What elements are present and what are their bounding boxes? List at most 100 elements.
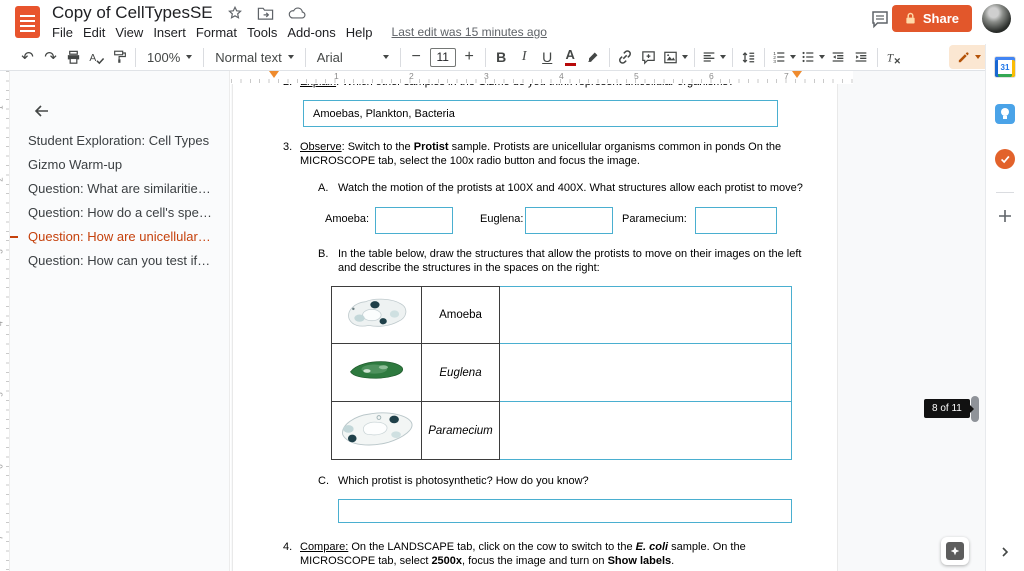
question-3c-text: C. Which protist is photosynthetic? How … xyxy=(318,474,798,488)
amoeba-label: Amoeba: xyxy=(325,213,369,225)
decrease-indent-icon[interactable] xyxy=(827,45,850,69)
increase-indent-icon[interactable] xyxy=(850,45,873,69)
euglena-input[interactable] xyxy=(525,207,613,234)
outline-item[interactable]: Question: What are similaritie… xyxy=(10,177,229,201)
euglena-drawing xyxy=(332,344,422,402)
paragraph-style-select[interactable]: Normal text xyxy=(208,45,300,69)
amoeba-input[interactable] xyxy=(375,207,453,234)
insert-link-icon[interactable] xyxy=(614,45,637,69)
hide-side-panel-icon[interactable] xyxy=(996,543,1014,561)
paramecium-label: Paramecium: xyxy=(622,213,687,225)
answer-box-q2[interactable]: Amoebas, Plankton, Bacteria xyxy=(303,100,778,127)
chevron-down-icon xyxy=(682,55,688,59)
right-margin-marker[interactable] xyxy=(792,71,802,78)
euglena-description-cell[interactable] xyxy=(500,344,792,402)
insert-image-button[interactable] xyxy=(660,45,690,69)
svg-text:A: A xyxy=(89,52,96,63)
calendar-icon[interactable]: 31 xyxy=(995,57,1016,78)
undo-button[interactable]: ↶ xyxy=(16,45,39,69)
add-comment-icon[interactable] xyxy=(637,45,660,69)
editing-mode-button[interactable] xyxy=(949,45,989,69)
outline-item[interactable]: Question: How do a cell's spe… xyxy=(10,201,229,225)
chevron-down-icon xyxy=(186,55,192,59)
close-outline-icon[interactable] xyxy=(30,99,54,123)
tasks-icon[interactable] xyxy=(995,149,1016,170)
account-avatar[interactable] xyxy=(982,4,1011,33)
document-page[interactable]: 2. Explain: Which other samples in the G… xyxy=(232,71,838,571)
last-edit-link[interactable]: Last edit was 15 minutes ago xyxy=(392,25,547,39)
question-3-text: 3. Observe: Switch to the Protist sample… xyxy=(283,140,788,168)
outline-item[interactable]: Gizmo Warm-up xyxy=(10,153,229,177)
menu-view[interactable]: View xyxy=(110,23,148,42)
align-button[interactable] xyxy=(699,45,728,69)
add-addon-icon[interactable] xyxy=(995,206,1015,226)
paramecium-description-cell[interactable] xyxy=(500,402,792,460)
share-button[interactable]: Share xyxy=(892,5,972,32)
outline-item[interactable]: Question: How can you test if… xyxy=(10,249,229,273)
highlight-color-icon[interactable] xyxy=(582,45,605,69)
menu-tools[interactable]: Tools xyxy=(242,23,282,42)
explore-button[interactable] xyxy=(941,537,969,565)
cloud-status-icon[interactable] xyxy=(288,4,306,22)
underline-button[interactable]: U xyxy=(536,45,559,69)
paint-format-icon[interactable] xyxy=(108,45,131,69)
text-color-button[interactable]: A xyxy=(565,48,576,65)
svg-text:T: T xyxy=(887,52,894,64)
chevron-down-icon xyxy=(288,55,294,59)
table-row: Paramecium xyxy=(332,402,792,460)
italic-button[interactable]: I xyxy=(513,45,536,69)
google-docs-window: Copy of CellTypesSE File Edit View Inser… xyxy=(0,0,1024,571)
toolbar: ↶ ↷ A 100% Normal text Arial − 11 + B I … xyxy=(0,44,1024,71)
menu-bar: File Edit View Insert Format Tools Add-o… xyxy=(47,22,547,42)
question-3b-text: B. In the table below, draw the structur… xyxy=(318,247,803,275)
amoeba-drawing xyxy=(332,287,422,344)
question-4-text: 4. Compare: On the LANDSCAPE tab, click … xyxy=(283,540,755,568)
menu-file[interactable]: File xyxy=(47,23,78,42)
document-outline-panel: Student Exploration: Cell Types Gizmo Wa… xyxy=(10,71,230,571)
font-size-decrease-button[interactable]: − xyxy=(405,45,428,69)
outline-item[interactable]: Student Exploration: Cell Types xyxy=(10,129,229,153)
app-header: Copy of CellTypesSE File Edit View Inser… xyxy=(0,0,1024,44)
table-row: Euglena xyxy=(332,344,792,402)
question-3a-text: A. Watch the motion of the protists at 1… xyxy=(318,181,818,195)
clear-formatting-icon[interactable]: T xyxy=(882,45,905,69)
font-size-increase-button[interactable]: + xyxy=(458,45,481,69)
line-spacing-icon[interactable] xyxy=(737,45,760,69)
font-size-input[interactable]: 11 xyxy=(430,48,456,67)
lock-icon xyxy=(905,12,916,25)
bullet-list-button[interactable] xyxy=(798,45,827,69)
chevron-down-icon xyxy=(819,55,825,59)
row-label-paramecium: Paramecium xyxy=(422,402,500,460)
move-folder-icon[interactable] xyxy=(257,4,275,22)
numbered-list-button[interactable]: 123 xyxy=(769,45,798,69)
horizontal-ruler: 1 2 3 4 5 6 7 xyxy=(231,71,853,84)
menu-edit[interactable]: Edit xyxy=(78,23,110,42)
paramecium-input[interactable] xyxy=(695,207,777,234)
menu-help[interactable]: Help xyxy=(341,23,378,42)
star-icon[interactable] xyxy=(226,4,244,22)
chevron-down-icon xyxy=(790,55,796,59)
workspace-side-panel: 31 xyxy=(985,44,1024,571)
spellcheck-icon[interactable]: A xyxy=(85,45,108,69)
font-select[interactable]: Arial xyxy=(310,45,396,69)
comment-history-icon[interactable] xyxy=(870,9,892,31)
bold-button[interactable]: B xyxy=(490,45,513,69)
answer-box-q3c[interactable] xyxy=(338,499,792,523)
docs-logo-icon[interactable] xyxy=(15,6,40,38)
svg-text:3: 3 xyxy=(773,59,776,65)
outline-item-active[interactable]: Question: How are unicellular… xyxy=(10,225,229,249)
menu-insert[interactable]: Insert xyxy=(148,23,191,42)
menu-format[interactable]: Format xyxy=(191,23,242,42)
amoeba-description-cell[interactable] xyxy=(500,287,792,344)
redo-button[interactable]: ↷ xyxy=(39,45,62,69)
left-margin-marker[interactable] xyxy=(269,71,279,78)
zoom-select[interactable]: 100% xyxy=(140,45,199,69)
print-icon[interactable] xyxy=(62,45,85,69)
vertical-ruler: 1 2 3 4 5 6 7 xyxy=(0,71,10,571)
pencil-icon xyxy=(957,51,970,64)
protist-table: Amoeba Euglena xyxy=(331,286,792,460)
keep-icon[interactable] xyxy=(995,104,1016,125)
document-title[interactable]: Copy of CellTypesSE xyxy=(52,3,213,23)
menu-addons[interactable]: Add-ons xyxy=(282,23,340,42)
page-indicator-badge: 8 of 11 xyxy=(924,399,970,418)
